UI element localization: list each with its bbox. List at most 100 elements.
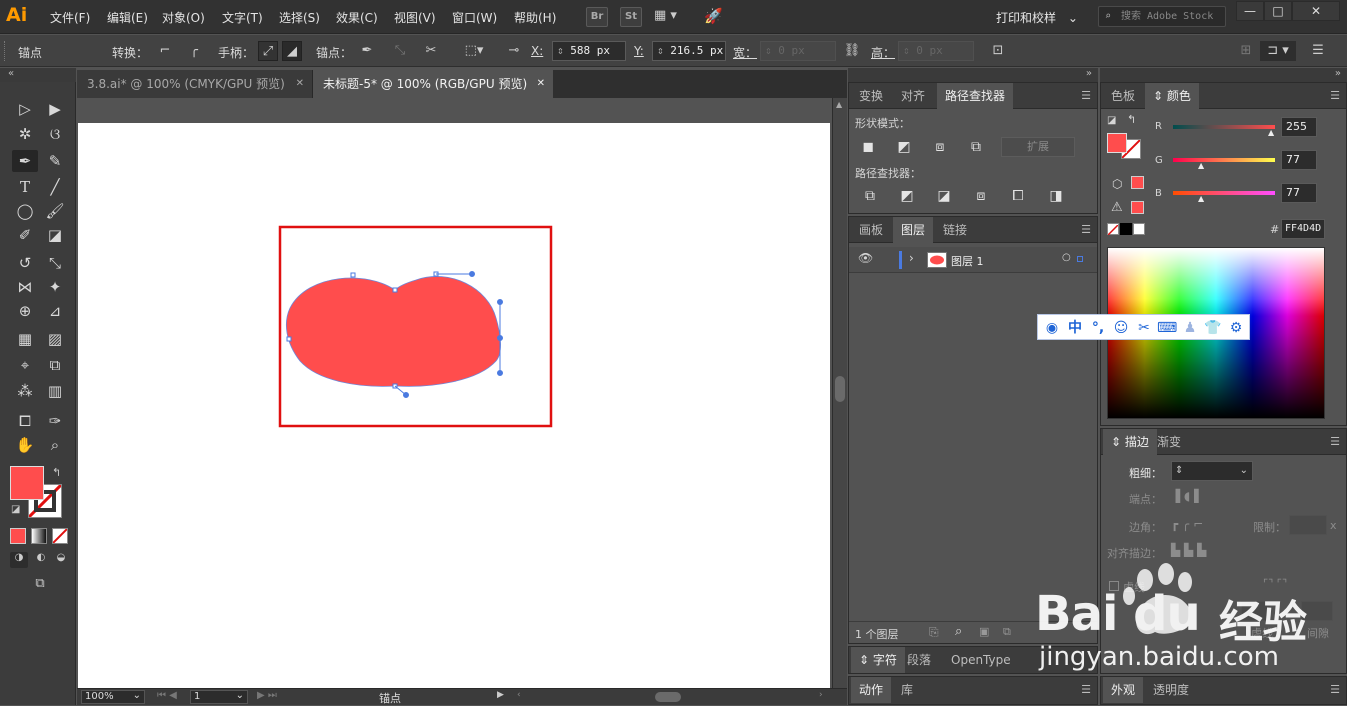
workspace-switcher[interactable]: 打印和校样 ⌄ (996, 7, 1086, 29)
ime-user-icon[interactable]: ◉ (1042, 319, 1062, 337)
stock-search-input[interactable]: ⌕ 搜索 Adobe Stock (1098, 6, 1226, 27)
color-mode-icon[interactable] (10, 528, 26, 544)
collapse-icon[interactable]: » (1086, 68, 1092, 79)
close-button[interactable]: ✕ (1292, 1, 1340, 21)
first-artboard-icon[interactable]: ⏮ ◀ (157, 690, 177, 701)
tab-character[interactable]: ⇕ 字符 (851, 647, 905, 673)
arrange-documents-icon[interactable]: ▦ ▾ (654, 8, 688, 26)
r-slider-track[interactable] (1173, 125, 1275, 129)
g-slider-track[interactable] (1173, 158, 1275, 162)
zoom-tool-icon[interactable]: ⌕ (42, 434, 68, 456)
hex-input[interactable]: FF4D4D (1281, 219, 1325, 239)
gradient-mode-icon[interactable] (31, 528, 47, 544)
y-field[interactable]: ⇕ 216.5 px (652, 41, 726, 61)
hand-tool-icon[interactable]: ✋ (12, 434, 38, 456)
menu-effect[interactable]: 效果(C) (336, 9, 378, 26)
x-field[interactable]: ⇕ 588 px (552, 41, 626, 61)
ime-keyboard-icon[interactable]: ⌨ (1157, 319, 1177, 337)
menu-select[interactable]: 选择(S) (279, 9, 320, 26)
panel-menu-icon[interactable]: ☰ (1330, 435, 1340, 448)
hscroll-left-icon[interactable]: ‹ (517, 690, 521, 700)
align-options-icon[interactable]: ⊐ ▾ (1260, 41, 1296, 61)
width-tool-icon[interactable]: ⋈ (12, 276, 38, 298)
ime-profile-icon[interactable]: ♟ (1180, 319, 1200, 337)
heart-shape[interactable] (285, 276, 501, 387)
none-color-icon[interactable] (1107, 223, 1119, 236)
menu-file[interactable]: 文件(F) (50, 9, 90, 26)
gradient-tool-icon[interactable]: ▨ (42, 328, 68, 350)
intersect-icon[interactable]: ⧈ (929, 138, 951, 156)
tab-transform[interactable]: 变换 (851, 83, 891, 109)
menu-window[interactable]: 窗口(W) (452, 9, 497, 26)
anchor-align-icon[interactable]: ⊸ (504, 41, 524, 61)
layer-row[interactable]: 👁 › 图层 1 ○ (849, 247, 1097, 273)
symbol-sprayer-tool-icon[interactable]: ⁂ (12, 380, 38, 402)
tab-align[interactable]: 对齐 (893, 83, 933, 109)
slice-tool-icon[interactable]: ✑ (42, 410, 68, 432)
draw-behind-icon[interactable]: ◐ (32, 552, 50, 568)
ime-punctuation-icon[interactable]: °, (1088, 319, 1108, 337)
b-input[interactable]: 77 (1281, 183, 1317, 203)
ime-language-toggle[interactable]: 中 (1065, 319, 1085, 337)
show-handles-icon[interactable]: ⤢ (258, 41, 278, 61)
tab-3-8-ai[interactable]: 3.8.ai* @ 100% (CMYK/GPU 预览) ✕ (77, 70, 313, 98)
rotate-tool-icon[interactable]: ↺ (12, 252, 38, 274)
web-safe-swatch[interactable] (1131, 176, 1144, 189)
scale-tool-icon[interactable]: ⤡ (42, 252, 68, 274)
blend-tool-icon[interactable]: ⧉ (42, 354, 68, 376)
merge-icon[interactable]: ◪ (933, 187, 955, 205)
draw-inside-icon[interactable]: ◒ (52, 552, 70, 568)
ime-scissors-icon[interactable]: ✂ (1134, 319, 1154, 337)
new-sublayer-icon[interactable]: ⧉ (1003, 625, 1011, 639)
convert-corner-icon[interactable]: ⌐ (155, 41, 175, 61)
next-artboard-icon[interactable]: ▶ ⏭ (257, 690, 277, 701)
default-colors-icon[interactable]: ◪ (1107, 115, 1116, 126)
type-tool-icon[interactable]: T (12, 176, 38, 198)
screen-mode-icon[interactable]: ⧉ (28, 576, 52, 594)
hide-handles-icon[interactable]: ◢ (282, 41, 302, 61)
tab-libraries[interactable]: 库 (893, 677, 921, 703)
constrain-link-icon[interactable]: ⛓ (842, 41, 862, 61)
out-of-web-gamut-icon[interactable]: ⬡ (1112, 177, 1122, 191)
collapse-icon[interactable]: » (1335, 68, 1341, 79)
paintbrush-tool-icon[interactable]: 🖌 (42, 200, 68, 222)
handle-point[interactable] (497, 335, 503, 341)
menu-type[interactable]: 文字(T) (222, 9, 263, 26)
minus-front-icon[interactable]: ◩ (893, 138, 915, 156)
divide-icon[interactable]: ⧉ (859, 187, 881, 205)
handle-point[interactable] (403, 392, 409, 398)
ime-skin-icon[interactable]: 👕 (1203, 319, 1223, 337)
isolate-icon[interactable]: ⬚▾ (460, 41, 488, 61)
chevron-right-icon[interactable]: › (909, 251, 914, 265)
weight-input[interactable]: ⇕ ⌄ (1171, 461, 1253, 481)
status-menu-icon[interactable]: ▶ (497, 690, 504, 700)
magic-wand-tool-icon[interactable]: ✲ (12, 123, 38, 145)
layer-name[interactable]: 图层 1 (951, 253, 984, 269)
panel-menu-icon[interactable]: ☰ (1330, 683, 1340, 696)
tab-color[interactable]: ⇕ 颜色 (1145, 83, 1199, 109)
tab-pathfinder[interactable]: 路径查找器 (937, 83, 1014, 109)
none-mode-icon[interactable] (52, 528, 68, 544)
tab-links[interactable]: 链接 (935, 217, 975, 243)
pen-tool-icon[interactable]: ✒ (12, 150, 38, 172)
b-slider-thumb[interactable]: ▲ (1198, 194, 1204, 203)
transform-icon[interactable]: ⊡ (988, 41, 1008, 61)
target-icon[interactable]: ○ (1062, 252, 1071, 263)
panel-menu-icon[interactable]: ☰ (1081, 223, 1091, 236)
anchor-point[interactable] (286, 336, 292, 342)
b-slider-track[interactable] (1173, 191, 1275, 195)
close-icon[interactable]: ✕ (296, 70, 304, 98)
bridge-button[interactable]: Br (586, 7, 608, 27)
handle-point[interactable] (497, 370, 503, 376)
line-tool-icon[interactable]: ╱ (42, 176, 68, 198)
g-slider-thumb[interactable]: ▲ (1198, 161, 1204, 170)
stock-button[interactable]: St (620, 7, 642, 27)
lasso-tool-icon[interactable]: ଓ (42, 123, 68, 145)
control-bar-grip[interactable] (4, 41, 8, 61)
white-color-icon[interactable] (1133, 223, 1145, 235)
tab-transparency[interactable]: 透明度 (1145, 677, 1197, 703)
trim-icon[interactable]: ◩ (896, 187, 918, 205)
panel-menu-icon[interactable]: ☰ (1081, 89, 1091, 102)
outline-icon[interactable]: ⧠ (1007, 187, 1029, 205)
close-icon[interactable]: ✕ (537, 70, 545, 98)
